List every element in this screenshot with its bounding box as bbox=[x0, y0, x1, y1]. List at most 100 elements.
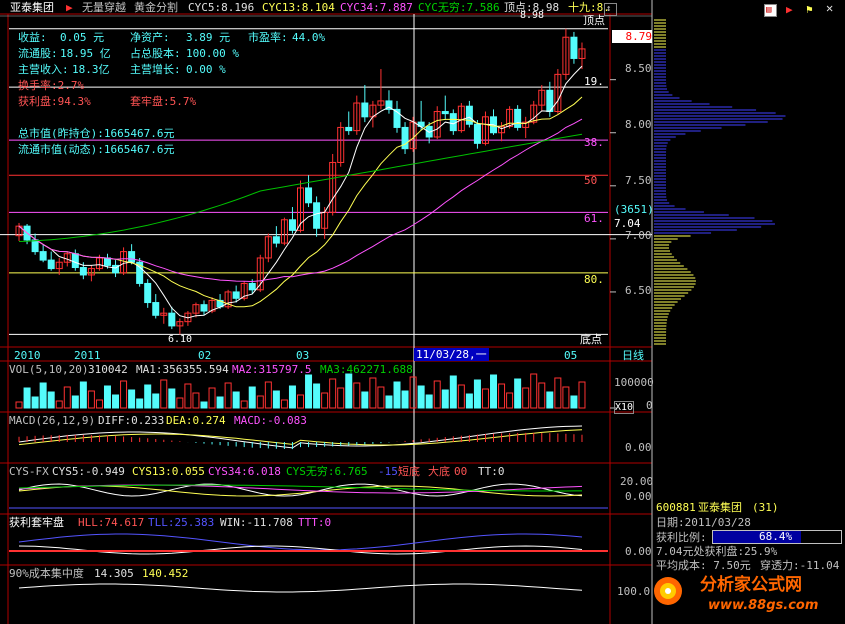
fib-label-61: 61. bbox=[584, 212, 604, 225]
volume-bar bbox=[168, 388, 176, 409]
volume-bar bbox=[329, 378, 337, 409]
growth-label: 主营增长: bbox=[130, 63, 181, 76]
volume-bar bbox=[248, 386, 256, 409]
profit-ratio-bar: 68.4% bbox=[712, 530, 842, 544]
candle-body bbox=[144, 282, 152, 304]
turnover-rate: 换手率:2.7% bbox=[18, 79, 85, 92]
profit-ind-axis: 0.00 bbox=[625, 545, 652, 558]
netasset-value: 3.89 元 bbox=[186, 31, 231, 44]
volume-bar bbox=[449, 375, 457, 409]
volume-bar bbox=[208, 387, 216, 409]
app-root: 亚泰集团 ▶ 无量穿越 黄金分割 CYC5:8.196 CYC13:8.104 … bbox=[0, 0, 845, 624]
volume-bar bbox=[184, 383, 192, 409]
formula-name-2[interactable]: 黄金分割 bbox=[134, 1, 178, 14]
volume-bar bbox=[240, 400, 248, 409]
vol-ma2: MA2:315797.5 bbox=[232, 363, 312, 376]
volume-bar bbox=[530, 373, 538, 409]
header-arrow-icon[interactable]: ▶ bbox=[66, 1, 73, 14]
vol-label: VOL(5,10,20) bbox=[9, 363, 89, 376]
volume-bar bbox=[79, 381, 87, 409]
volume-bar bbox=[112, 394, 120, 409]
volume-bar bbox=[313, 383, 321, 409]
period-label[interactable]: 日线 bbox=[622, 349, 644, 362]
candle-body bbox=[473, 123, 481, 144]
volume-bar bbox=[345, 373, 353, 409]
volume-bar bbox=[337, 387, 345, 409]
cys-tt: TT:0 bbox=[478, 465, 505, 478]
float-market-cap: 流通市值(动态):1665467.6元 bbox=[18, 143, 175, 156]
volume-bar bbox=[361, 391, 369, 409]
date-tick: 03 bbox=[296, 349, 310, 362]
volume-bar bbox=[321, 392, 329, 409]
panel-name: 亚泰集团 bbox=[698, 501, 742, 514]
macd-axis: 0.00 bbox=[625, 441, 652, 454]
cys-13: CYS13:0.055 bbox=[132, 465, 205, 478]
volume-bar bbox=[353, 382, 361, 409]
volume-bar bbox=[15, 401, 23, 409]
volume-bar bbox=[95, 399, 103, 409]
date-tick: 2011 bbox=[74, 349, 101, 362]
total-value: 100.00 % bbox=[186, 47, 239, 60]
candle-body bbox=[313, 202, 321, 229]
play-button[interactable]: ▶ bbox=[786, 3, 799, 17]
candle-body bbox=[305, 187, 313, 204]
candle-body bbox=[128, 251, 136, 263]
selected-count: (3651) bbox=[614, 203, 654, 216]
volume-bar bbox=[280, 399, 288, 409]
volume-bar bbox=[39, 382, 47, 409]
volume-bar bbox=[369, 377, 377, 409]
close-icon: ✕ bbox=[826, 1, 834, 15]
cys-5: CYS5:-0.949 bbox=[52, 465, 125, 478]
volume-bar bbox=[71, 395, 79, 409]
watermark-brand: 分析家公式网 bbox=[700, 575, 802, 595]
pe-value: 44.0% bbox=[292, 31, 326, 44]
volume-bar bbox=[224, 382, 232, 409]
volume-bar bbox=[144, 384, 152, 409]
stock-title[interactable]: 亚泰集团 bbox=[10, 1, 54, 14]
candle-body bbox=[200, 304, 208, 312]
panel-count: (31) bbox=[752, 501, 779, 514]
vol-axis-zero: 0 bbox=[646, 399, 653, 412]
volume-bar bbox=[514, 378, 522, 409]
candle-body bbox=[103, 257, 111, 266]
top-marker: 顶点 bbox=[583, 14, 605, 27]
info-button[interactable]: ▤ bbox=[764, 4, 777, 17]
cyc5-value: CYC5:8.196 bbox=[188, 1, 255, 14]
vol-ma3: MA3:462271.688 bbox=[320, 363, 413, 376]
candle-body bbox=[272, 236, 280, 244]
selected-price: 7.04 bbox=[614, 217, 641, 230]
volume-bar bbox=[473, 379, 481, 409]
cys-axis-2: 0.00 bbox=[625, 490, 652, 503]
flag-button[interactable]: ⚑ bbox=[806, 3, 819, 17]
conc-a: 14.305 bbox=[94, 567, 134, 580]
bottom-value-annotation: 6.10 bbox=[168, 334, 193, 345]
top-value-annotation: 8.98 bbox=[520, 10, 545, 21]
volume-bar bbox=[160, 379, 168, 409]
volume-bar bbox=[409, 376, 417, 409]
candle-body bbox=[361, 102, 369, 118]
volume-bar bbox=[417, 385, 425, 409]
growth-value: 0.00 % bbox=[186, 63, 226, 76]
formula-name[interactable]: 无量穿越 bbox=[82, 1, 126, 14]
float-value: 18.95 亿 bbox=[60, 47, 111, 60]
macd-macd: MACD:-0.083 bbox=[234, 414, 307, 427]
total-label: 占总股本: bbox=[130, 47, 181, 60]
candle-body bbox=[168, 312, 176, 327]
volume-bar bbox=[393, 381, 401, 409]
current-price-tag: 8.79 bbox=[612, 30, 652, 43]
volume-bar bbox=[152, 393, 160, 409]
volume-bar bbox=[522, 387, 530, 409]
profit-ind-label: 获利套牢盘 bbox=[9, 516, 64, 529]
fib-label-80: 80. bbox=[584, 273, 604, 286]
volume-bar bbox=[176, 397, 184, 409]
volume-bar bbox=[136, 398, 144, 409]
close-button[interactable]: ✕ bbox=[826, 1, 839, 17]
cys-n: -15 bbox=[378, 465, 398, 478]
play-icon: ▶ bbox=[786, 3, 793, 16]
volume-bar bbox=[216, 396, 224, 409]
volume-bar bbox=[401, 390, 409, 409]
volume-bar bbox=[87, 390, 95, 409]
price-tick: 7.50 bbox=[625, 174, 652, 187]
zoom-button[interactable]: ↕ bbox=[604, 3, 617, 16]
candle-body bbox=[345, 126, 353, 132]
